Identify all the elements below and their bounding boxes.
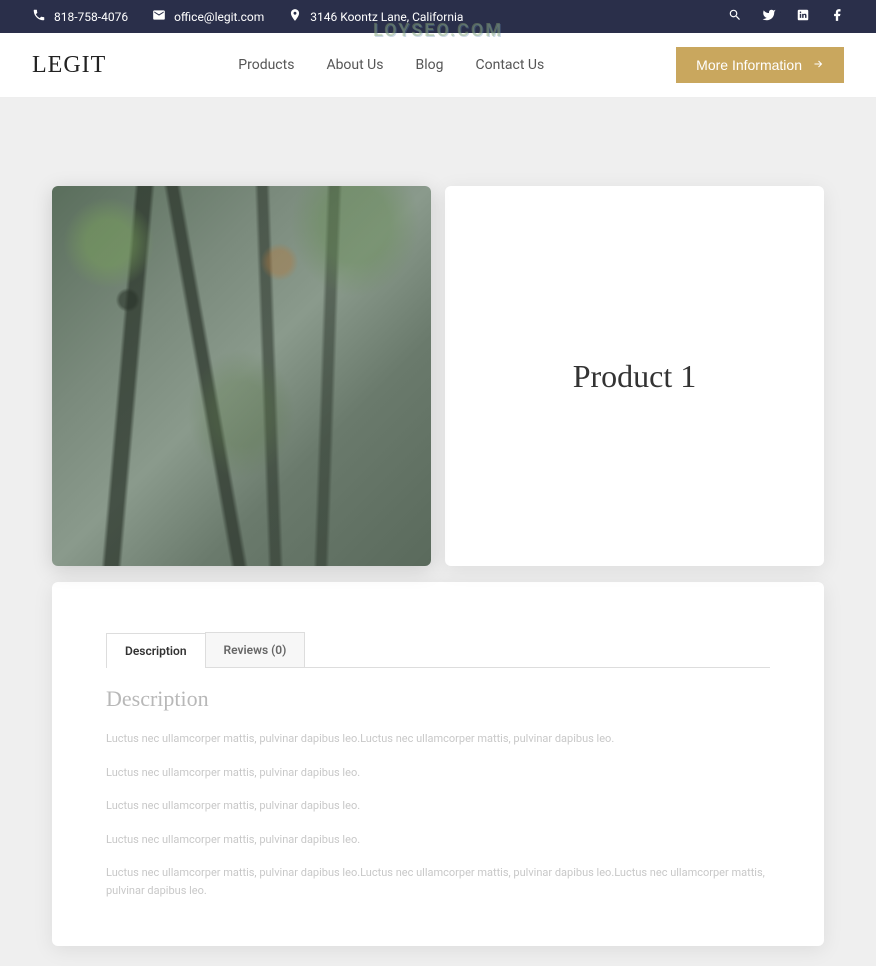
phone-item[interactable]: 818-758-4076 (32, 8, 128, 25)
nav-link-products[interactable]: Products (238, 57, 294, 73)
more-information-button[interactable]: More Information (676, 47, 844, 83)
phone-icon (32, 8, 46, 25)
tab-reviews[interactable]: Reviews (0) (205, 632, 306, 667)
nav-link-contact[interactable]: Contact Us (475, 57, 544, 73)
arrow-right-icon (812, 57, 824, 73)
product-row: Product 1 (20, 118, 856, 566)
cta-label: More Information (696, 57, 802, 73)
topbar-right (728, 8, 844, 25)
search-icon[interactable] (728, 8, 742, 25)
product-title: Product 1 (573, 358, 697, 395)
phone-text: 818-758-4076 (54, 10, 128, 24)
logo[interactable]: LEGIT (32, 52, 106, 79)
email-item[interactable]: office@legit.com (152, 8, 264, 25)
map-marker-icon (288, 8, 302, 25)
envelope-icon (152, 8, 166, 25)
description-para: Luctus nec ullamcorper mattis, pulvinar … (106, 797, 770, 815)
description-para: Luctus nec ullamcorper mattis, pulvinar … (106, 730, 770, 748)
navbar: LEGIT Products About Us Blog Contact Us … (0, 33, 876, 98)
tab-description[interactable]: Description (106, 633, 206, 668)
description-para: Luctus nec ullamcorper mattis, pulvinar … (106, 831, 770, 849)
page-body: Product 1 Description Reviews (0) Descri… (0, 98, 876, 966)
nav-menu: Products About Us Blog Contact Us (238, 57, 544, 73)
nav-link-about[interactable]: About Us (326, 57, 383, 73)
product-image[interactable] (52, 186, 431, 566)
product-info-panel: Product 1 (445, 186, 824, 566)
description-heading: Description (106, 686, 770, 712)
content-panel: Description Reviews (0) Description Luct… (52, 582, 824, 946)
twitter-icon[interactable] (762, 8, 776, 25)
linkedin-icon[interactable] (796, 8, 810, 25)
watermark: LOYSEO.COM (373, 20, 503, 41)
description-para: Luctus nec ullamcorper mattis, pulvinar … (106, 764, 770, 782)
nav-link-blog[interactable]: Blog (416, 57, 444, 73)
tabs: Description Reviews (0) (106, 632, 770, 668)
facebook-icon[interactable] (830, 8, 844, 25)
description-para: Luctus nec ullamcorper mattis, pulvinar … (106, 864, 770, 899)
email-text: office@legit.com (174, 10, 264, 24)
